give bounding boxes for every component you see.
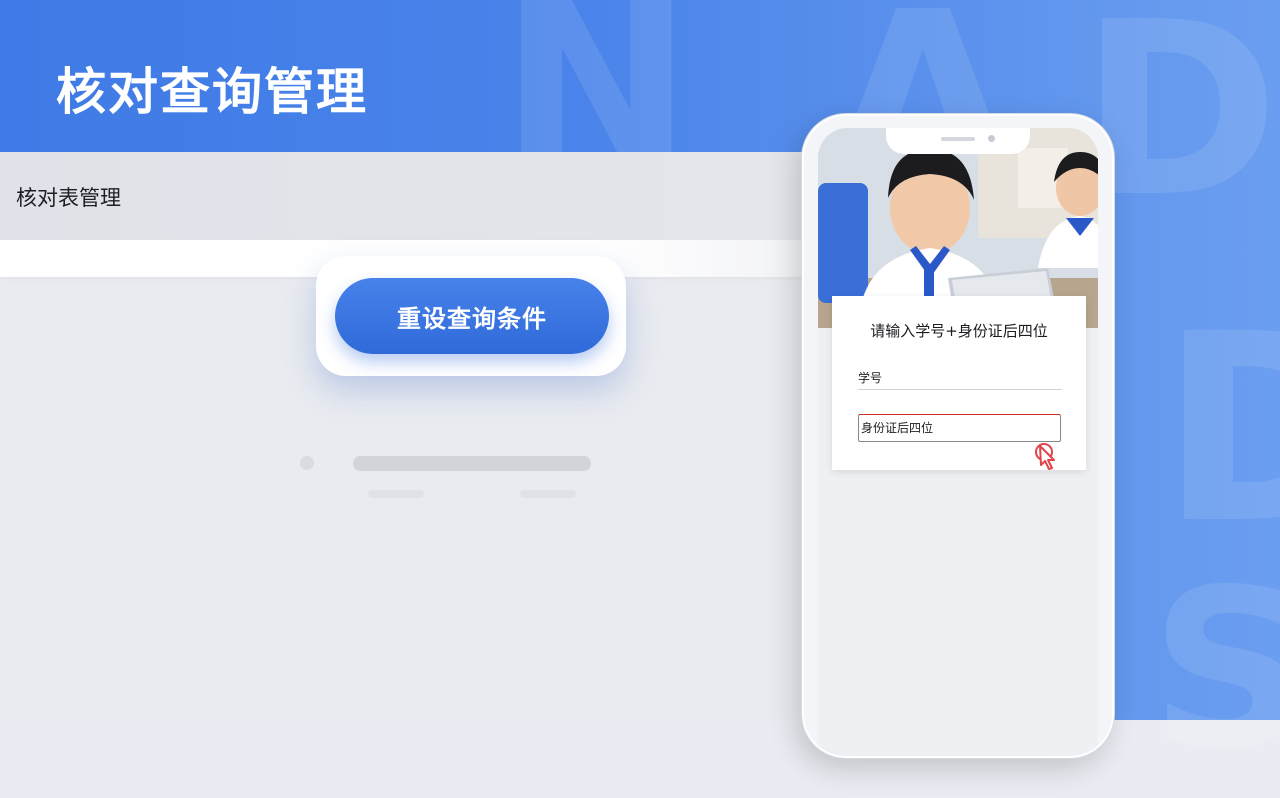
student-id-underline: [858, 389, 1062, 390]
background-letter: S: [1150, 542, 1280, 798]
phone-notch: [886, 128, 1030, 154]
panel-header: 核对表管理: [0, 152, 805, 240]
page-title: 核对查询管理: [56, 63, 368, 121]
reset-query-button[interactable]: 重设查询条件: [335, 278, 609, 354]
pointer-cursor-icon: [1035, 443, 1055, 470]
reset-card: 重设查询条件: [316, 256, 626, 376]
background-letter: D: [1160, 279, 1280, 581]
camera-icon: [988, 135, 995, 142]
id-last4-input[interactable]: [858, 414, 1061, 442]
placeholder-bar: [520, 490, 576, 498]
placeholder-bar: [353, 456, 591, 471]
phone-mockup: 请输入学号+身份证后四位 学号: [802, 114, 1114, 758]
speaker-icon: [941, 137, 975, 141]
panel-header-title: 核对表管理: [16, 186, 121, 210]
management-panel: 核对表管理: [0, 152, 805, 720]
placeholder-dot: [300, 456, 314, 470]
placeholder-bar: [368, 490, 424, 498]
form-title: 请输入学号+身份证后四位: [870, 322, 1048, 340]
student-id-field[interactable]: 学号: [858, 369, 882, 386]
